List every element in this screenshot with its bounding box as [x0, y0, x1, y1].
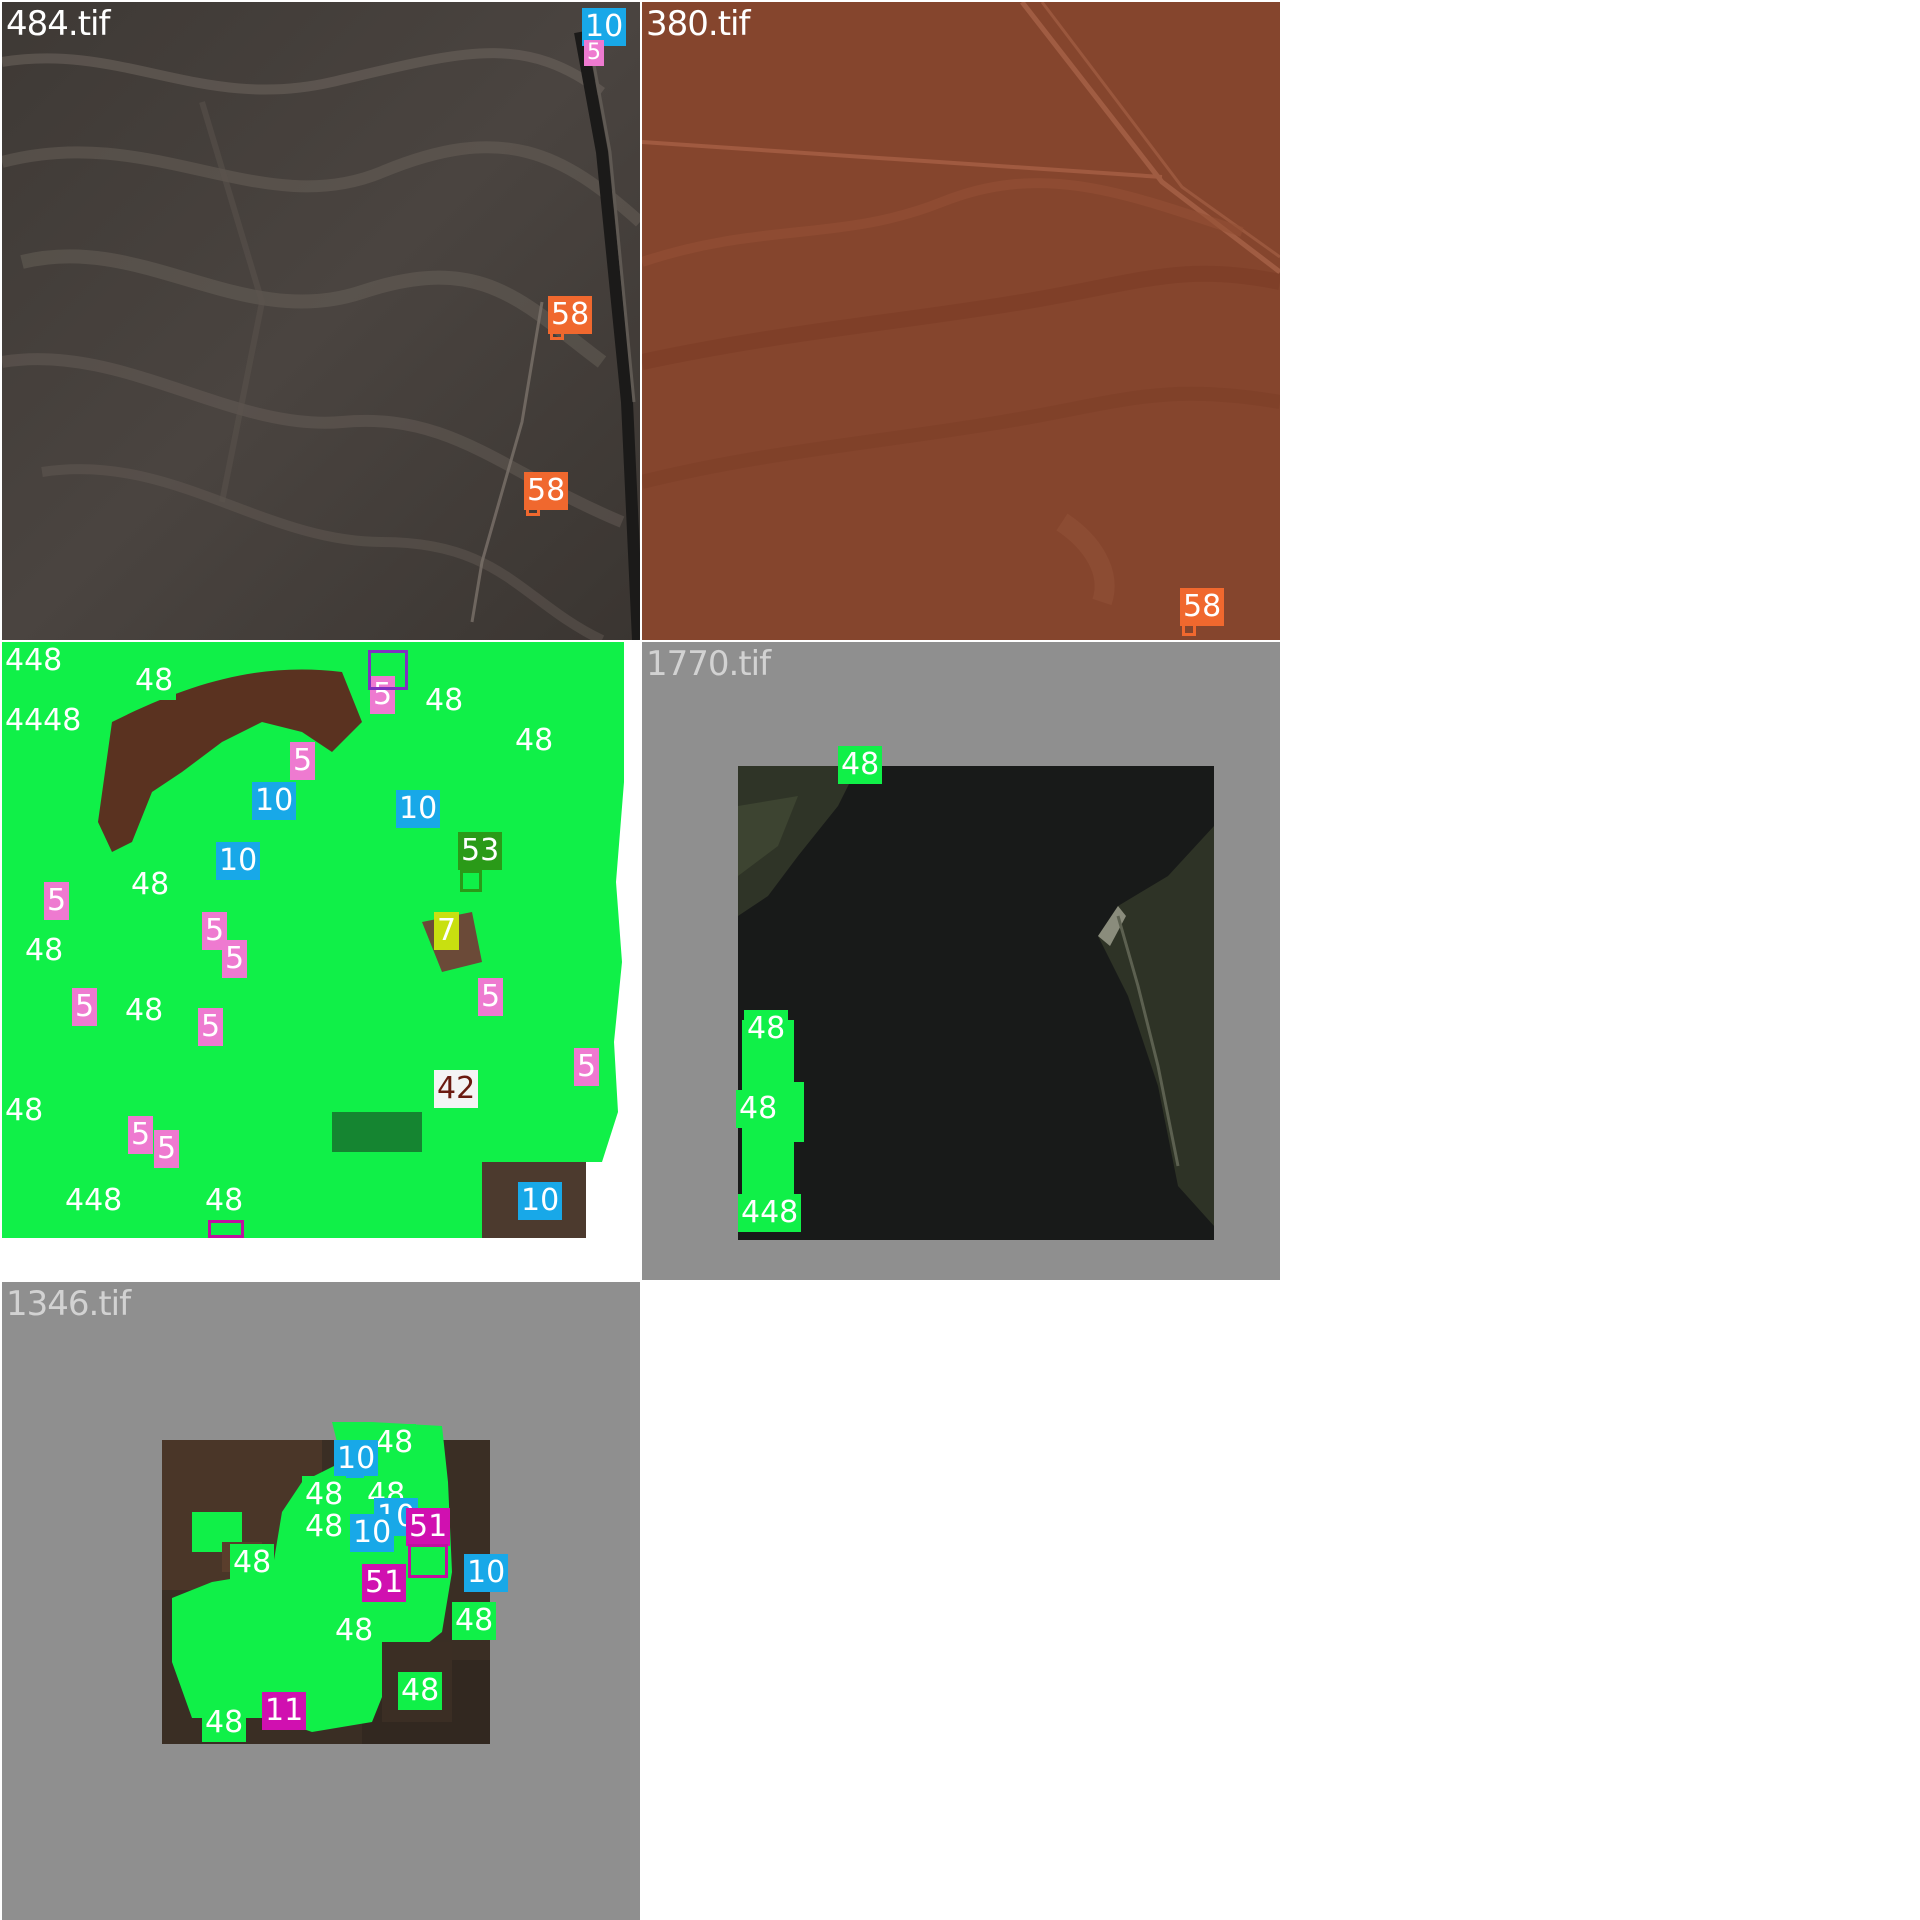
tile-484[interactable]: 484.tif 10 5 58 58: [2, 2, 640, 640]
class-label[interactable]: 48: [736, 1090, 781, 1128]
class-label[interactable]: 42: [434, 1070, 479, 1108]
class-label[interactable]: 483: [182, 642, 246, 644]
detection-box[interactable]: [368, 650, 408, 690]
class-label[interactable]: 11: [262, 1692, 307, 1730]
class-label[interactable]: 48: [372, 1424, 417, 1462]
detection-box[interactable]: [460, 870, 482, 892]
class-label[interactable]: 5: [222, 940, 248, 978]
tile-380[interactable]: 380.tif 58: [642, 2, 1280, 640]
class-label[interactable]: 48: [744, 1010, 789, 1048]
class-label[interactable]: 7: [434, 912, 460, 950]
detection-box[interactable]: [526, 506, 540, 516]
satellite-image-484: [2, 2, 640, 640]
class-label[interactable]: 48: [122, 992, 167, 1030]
class-label[interactable]: 5: [198, 1008, 224, 1046]
class-label[interactable]: 5: [290, 742, 316, 780]
class-label[interactable]: 48: [512, 722, 557, 760]
detection-box[interactable]: [208, 1220, 244, 1238]
class-label[interactable]: 4448: [2, 702, 85, 740]
class-label[interactable]: 10: [396, 790, 441, 828]
class-label[interactable]: 51: [406, 1508, 451, 1546]
class-label[interactable]: 10: [216, 842, 261, 880]
class-label[interactable]: 48: [302, 1508, 347, 1546]
class-label[interactable]: 48: [398, 1672, 443, 1710]
class-label[interactable]: 10: [518, 1182, 563, 1220]
class-label[interactable]: 10: [464, 1554, 509, 1592]
class-label[interactable]: 48: [128, 866, 173, 904]
class-label[interactable]: 448: [738, 1194, 802, 1232]
tile-1346[interactable]: 1346.tif 48 10 48 48 10 51 10 48 51 10 4…: [2, 1282, 640, 1920]
class-label[interactable]: 10: [252, 782, 297, 820]
class-label[interactable]: 48: [2, 1092, 47, 1130]
class-label[interactable]: 48: [22, 932, 67, 970]
class-label[interactable]: 5: [44, 882, 70, 920]
class-label[interactable]: 51: [362, 1564, 407, 1602]
class-label[interactable]: 10: [350, 1514, 395, 1552]
class-label[interactable]: 48: [230, 1544, 275, 1582]
class-label[interactable]: 5: [478, 978, 504, 1016]
class-label[interactable]: 48: [452, 1602, 497, 1640]
tile-title-1770: 1770.tif: [646, 644, 771, 684]
detection-box[interactable]: [550, 330, 564, 340]
class-label[interactable]: 48: [132, 662, 177, 700]
class-label[interactable]: 48: [838, 746, 883, 784]
class-label[interactable]: 58: [548, 296, 593, 334]
tile-1770[interactable]: 1770.tif 48 48 48 448: [642, 642, 1280, 1280]
detection-cluster-ext: [782, 1082, 804, 1142]
class-label[interactable]: 58: [524, 472, 569, 510]
class-label[interactable]: 48: [202, 1182, 247, 1220]
tile-overlay[interactable]: 483 483 448 48 5 48 4448 48 5 10 10 53 1…: [2, 642, 640, 1280]
class-label[interactable]: 5: [72, 988, 98, 1026]
satellite-image-1770: [738, 766, 1214, 1240]
class-label[interactable]: 10: [334, 1440, 379, 1478]
class-label[interactable]: 5: [584, 40, 604, 66]
class-label[interactable]: 53: [458, 832, 503, 870]
class-label[interactable]: 48: [202, 1704, 247, 1742]
class-label[interactable]: 5: [128, 1116, 154, 1154]
satellite-image-380: [642, 2, 1280, 640]
class-label[interactable]: 48: [422, 682, 467, 720]
tile-title-484: 484.tif: [6, 4, 110, 44]
tile-title-380: 380.tif: [646, 4, 750, 44]
class-label[interactable]: 48: [332, 1612, 377, 1650]
class-label[interactable]: 448: [2, 642, 66, 680]
detection-box[interactable]: [1182, 622, 1196, 636]
class-label[interactable]: 58: [1180, 588, 1225, 626]
detection-box[interactable]: [408, 1544, 448, 1578]
tile-title-1346: 1346.tif: [6, 1284, 131, 1324]
class-label[interactable]: 5: [154, 1130, 180, 1168]
class-label[interactable]: 5: [574, 1048, 600, 1086]
class-label[interactable]: 448: [62, 1182, 126, 1220]
